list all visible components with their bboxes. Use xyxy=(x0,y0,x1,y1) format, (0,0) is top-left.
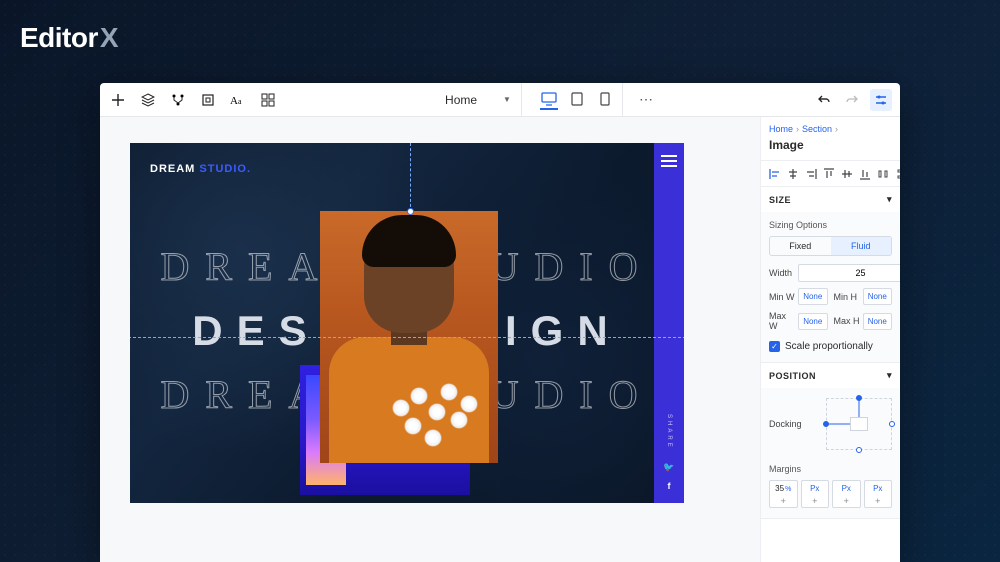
maxw-label: Max W xyxy=(769,311,795,331)
more-icon[interactable]: ⋯ xyxy=(633,91,659,108)
twitter-icon[interactable]: 🐦 xyxy=(663,462,674,473)
add-icon[interactable] xyxy=(110,92,126,108)
selection-handle[interactable] xyxy=(407,208,414,215)
theme-icon[interactable]: Aa xyxy=(230,92,246,108)
size-section-header[interactable]: SIZE▾ xyxy=(761,187,900,212)
side-nav-strip: SHARE 🐦 f xyxy=(654,143,684,503)
align-right-icon[interactable] xyxy=(805,167,817,180)
margin-bottom[interactable]: Px xyxy=(832,480,861,508)
alignment-tools xyxy=(761,160,900,187)
position-section-header[interactable]: POSITION▾ xyxy=(761,363,900,388)
align-center-v-icon[interactable] xyxy=(841,167,853,180)
minh-label: Min H xyxy=(834,292,860,302)
dock-left[interactable] xyxy=(823,421,829,427)
sizing-mode-toggle[interactable]: Fixed Fluid xyxy=(769,236,892,256)
components-icon[interactable] xyxy=(170,92,186,108)
margin-top[interactable]: 35% xyxy=(769,480,798,508)
margins-label: Margins xyxy=(769,460,892,480)
checkbox-checked-icon[interactable]: ✓ xyxy=(769,341,780,352)
align-bottom-icon[interactable] xyxy=(859,167,871,180)
dock-right[interactable] xyxy=(889,421,895,427)
maxw-value[interactable]: None xyxy=(798,313,828,330)
undo-icon[interactable] xyxy=(818,92,834,108)
width-label: Width xyxy=(769,268,795,278)
share-label: SHARE xyxy=(666,414,672,450)
docking-control[interactable] xyxy=(826,398,892,450)
device-mobile-icon[interactable] xyxy=(596,92,614,110)
dock-top[interactable] xyxy=(856,395,862,401)
vertical-guide xyxy=(410,143,411,212)
menu-icon[interactable] xyxy=(661,155,677,167)
maxh-label: Max H xyxy=(834,316,860,326)
layers-icon[interactable] xyxy=(140,92,156,108)
breadcrumb[interactable]: Home›Section› xyxy=(761,117,900,138)
editor-window: Aa Home▼ ⋯ DREAM STUDIO. xyxy=(100,83,900,562)
brand-logo: EditorX xyxy=(20,22,118,54)
sizing-options-label: Sizing Options xyxy=(769,216,892,236)
maxh-value[interactable]: None xyxy=(863,313,893,330)
docking-label: Docking xyxy=(769,419,802,429)
distribute-v-icon[interactable] xyxy=(895,167,900,180)
margin-left[interactable]: Px xyxy=(864,480,893,508)
horizontal-guide xyxy=(130,337,684,338)
device-tablet-icon[interactable] xyxy=(568,92,586,110)
top-toolbar: Aa Home▼ ⋯ xyxy=(100,83,900,117)
minw-value[interactable]: None xyxy=(798,288,828,305)
distribute-h-icon[interactable] xyxy=(877,167,889,180)
align-left-icon[interactable] xyxy=(769,167,781,180)
apps-icon[interactable] xyxy=(260,92,276,108)
margin-right[interactable]: Px xyxy=(801,480,830,508)
svg-text:a: a xyxy=(238,97,242,106)
redo-icon[interactable] xyxy=(844,92,860,108)
minh-value[interactable]: None xyxy=(863,288,893,305)
facebook-icon[interactable]: f xyxy=(668,481,671,491)
inspector-panel: Home›Section› Image SIZE▾ Sizing Options xyxy=(760,117,900,562)
align-top-icon[interactable] xyxy=(823,167,835,180)
canvas-area[interactable]: DREAM STUDIO. DREAM STUDIO DESIGN SIGN D… xyxy=(100,117,760,562)
minw-label: Min W xyxy=(769,292,795,302)
scale-proportionally[interactable]: ✓ Scale proportionally xyxy=(769,337,892,352)
dock-bottom[interactable] xyxy=(856,447,862,453)
selected-element-name: Image xyxy=(761,138,900,160)
device-desktop-icon[interactable] xyxy=(540,92,558,110)
site-logo: DREAM STUDIO. xyxy=(150,163,251,175)
width-input[interactable] xyxy=(798,264,900,282)
inspector-toggle-icon[interactable] xyxy=(870,89,892,111)
masters-icon[interactable] xyxy=(200,92,216,108)
svg-text:A: A xyxy=(230,95,238,107)
page-dropdown[interactable]: Home▼ xyxy=(435,83,522,117)
design-canvas[interactable]: DREAM STUDIO. DREAM STUDIO DESIGN SIGN D… xyxy=(130,143,684,503)
align-center-h-icon[interactable] xyxy=(787,167,799,180)
fixed-option[interactable]: Fixed xyxy=(770,237,831,255)
fluid-option[interactable]: Fluid xyxy=(831,237,892,255)
